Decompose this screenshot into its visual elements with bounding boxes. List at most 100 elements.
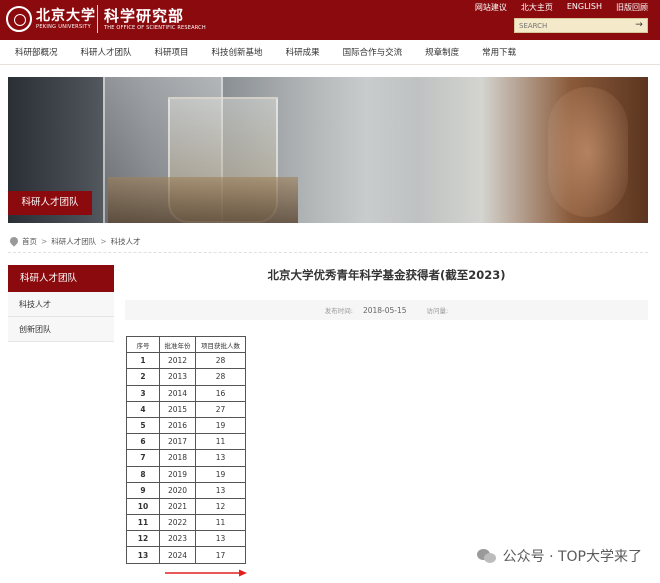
breadcrumb-divider [8,252,648,253]
published-date: 2018-05-15 [362,305,407,315]
top-link-suggestion[interactable]: 网站建议 [475,2,507,13]
table-row: 12 2023 13 [126,530,246,548]
watermark: 公众号 · TOP大学来了 [476,546,642,566]
table-row: 1 2012 28 [126,352,246,370]
nav-item-international[interactable]: 国际合作与交流 [343,46,403,58]
published-label: 发布时间: [324,307,353,315]
row-index: 3 [126,384,160,402]
pku-seal-icon[interactable] [6,6,32,32]
approval-year: 2016 [159,416,196,435]
main-nav: 科研部概况 科研人才团队 科研项目 科技创新基地 科研成果 国际合作与交流 规章… [0,40,660,65]
approved-count: 13 [195,481,246,499]
top-links: 网站建议 北大主页 ENGLISH 旧版回顾 [475,2,648,13]
row-index: 6 [126,433,160,451]
top-link-old-version[interactable]: 旧版回顾 [616,2,648,13]
article-meta: 发布时间: 2018-05-15 访问量: [125,300,648,320]
approved-count: 13 [195,449,246,467]
breadcrumb-current[interactable]: 科技人才 [111,236,141,247]
table-row: 9 2020 13 [126,481,246,499]
table-row: 13 2024 17 [126,546,246,564]
top-link-pku-home[interactable]: 北大主页 [521,2,553,13]
approval-year: 2024 [159,546,196,564]
approval-year: 2012 [159,352,196,370]
nav-item-projects[interactable]: 科研项目 [155,46,189,58]
approval-year: 2018 [159,449,196,467]
table-row: 5 2016 19 [126,416,246,435]
approval-year: 2021 [159,497,196,516]
table-header-row: 序号 批准年份 项目获批人数 [126,335,246,354]
approved-count: 16 [195,384,246,402]
banner-label: 科研人才团队 [8,191,92,215]
approved-count: 11 [195,433,246,451]
table-body: 1 2012 28 2 2013 28 3 2014 16 4 2015 27 5 2016 19 6 2017… [126,352,246,564]
breadcrumb: 首页 > 科研人才团队 > 科技人才 [10,236,141,247]
approval-year: 2022 [159,514,196,532]
row-index: 8 [126,465,160,483]
approved-count: 12 [195,497,246,516]
search-input[interactable] [515,19,631,32]
column-header: 项目获批人数 [195,335,246,354]
row-index: 5 [126,416,160,435]
approval-year: 2015 [159,400,196,418]
search-box: → [514,18,648,33]
approved-count: 17 [195,546,246,564]
table-row: 10 2021 12 [126,497,246,516]
column-header: 序号 [126,335,160,354]
location-pin-icon [10,237,18,247]
row-index: 2 [126,368,160,386]
nav-item-regulations[interactable]: 规章制度 [425,46,459,58]
table-row: 4 2015 27 [126,400,246,418]
nav-item-innovation-base[interactable]: 科技创新基地 [212,46,263,58]
approval-year: 2020 [159,481,196,499]
breadcrumb-talent-team[interactable]: 科研人才团队 [51,236,96,247]
table-row: 8 2019 19 [126,465,246,483]
logo-subtext: PEKING UNIVERSITY [36,24,91,30]
top-link-english[interactable]: ENGLISH [567,2,602,13]
breadcrumb-home[interactable]: 首页 [22,236,37,247]
nav-item-achievements[interactable]: 科研成果 [286,46,320,58]
views-label: 访问量: [426,307,449,315]
table-row: 3 2014 16 [126,384,246,402]
breadcrumb-separator: > [41,237,48,246]
wechat-icon [476,548,497,564]
logo-divider [97,5,98,33]
approval-year: 2023 [159,530,196,548]
sidebar-item-tech-talent[interactable]: 科技人才 [8,292,114,317]
approval-year: 2017 [159,433,196,451]
nav-item-overview[interactable]: 科研部概况 [15,46,58,58]
department-subtitle: THE OFFICE OF SCIENTIFIC RESEARCH [104,25,206,31]
banner-image-detail [108,177,298,223]
row-index: 10 [126,497,160,516]
sidebar-title: 科研人才团队 [8,265,114,292]
approved-count: 27 [195,400,246,418]
approved-count: 11 [195,514,246,532]
article-title: 北京大学优秀青年科学基金获得者(截至2023) [267,268,506,282]
department-title[interactable]: 科学研究部 [104,5,184,26]
red-arrow-icon [165,569,247,577]
approved-count: 19 [195,416,246,435]
nav-item-downloads[interactable]: 常用下载 [482,46,516,58]
table-row: 6 2017 11 [126,433,246,451]
table-row: 2 2013 28 [126,368,246,386]
approved-count: 13 [195,530,246,548]
row-index: 1 [126,352,160,370]
row-index: 11 [126,514,160,532]
table-row: 7 2018 13 [126,449,246,467]
approved-count: 19 [195,465,246,483]
site-header: 北京大学 PEKING UNIVERSITY 科学研究部 THE OFFICE … [0,0,660,40]
table-row: 11 2022 11 [126,514,246,532]
approved-count: 28 [195,352,246,370]
approval-year: 2014 [159,384,196,402]
breadcrumb-separator: > [100,237,107,246]
hero-banner: 科研人才团队 [8,77,648,223]
banner-image-detail [548,87,628,217]
search-arrow-icon[interactable]: → [631,19,647,32]
logo-text[interactable]: 北京大学 [36,5,96,25]
nav-item-talent-team[interactable]: 科研人才团队 [81,46,132,58]
sidebar: 科研人才团队 科技人才 创新团队 [8,265,114,342]
row-index: 12 [126,530,160,548]
watermark-text: 公众号 · TOP大学来了 [502,549,642,565]
approval-year: 2019 [159,465,196,483]
data-table: 序号 批准年份 项目获批人数 1 2012 28 2 2013 28 3 2014 16 4 201… [126,335,246,564]
sidebar-item-innovation-team[interactable]: 创新团队 [8,317,114,342]
